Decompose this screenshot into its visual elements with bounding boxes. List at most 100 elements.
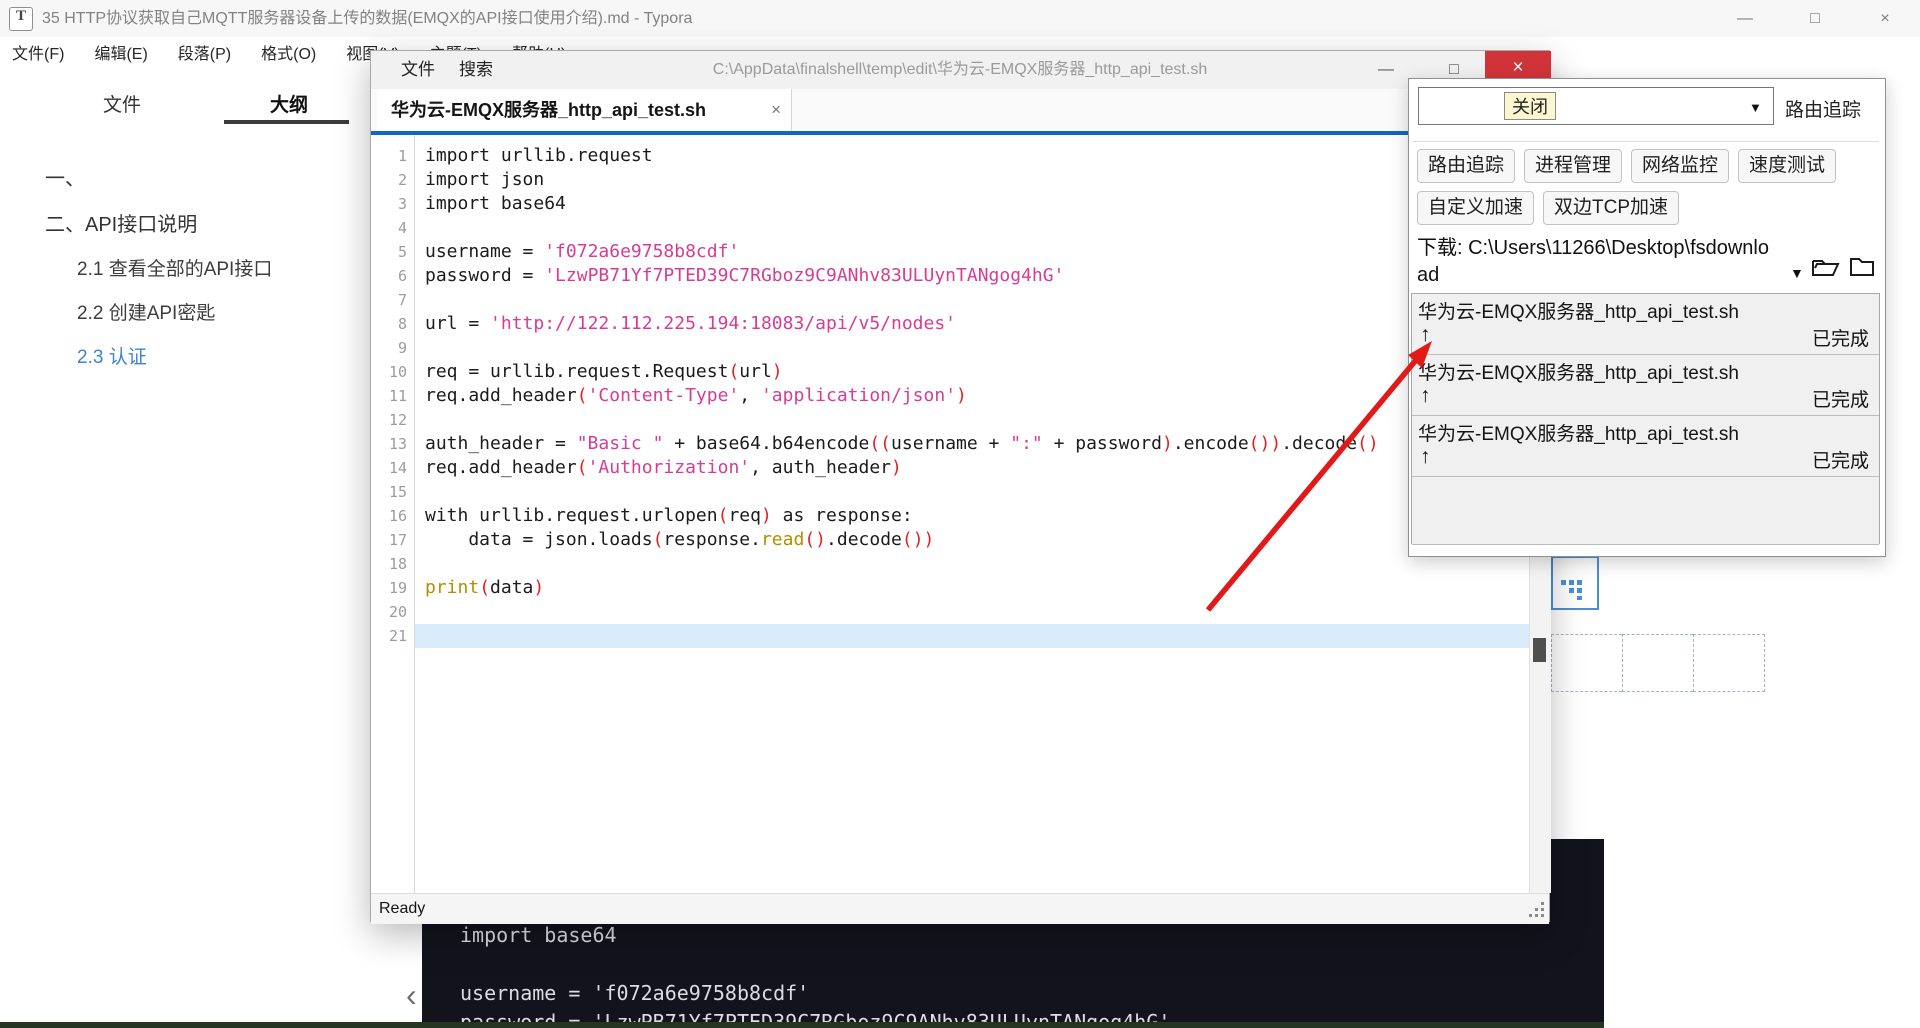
- editor-tabbar: 华为云-EMQX服务器_http_api_test.sh ×: [371, 89, 1549, 135]
- code-token: (: [479, 577, 491, 598]
- code-token: 'http://122.112.225.194:18083/api/v5/nod…: [490, 313, 957, 334]
- tool-button[interactable]: 双边TCP加速: [1543, 191, 1680, 225]
- typora-menu-item[interactable]: 编辑(E): [94, 40, 147, 64]
- download-file-name: 华为云-EMQX服务器_http_api_test.sh: [1418, 363, 1739, 384]
- outline-item[interactable]: 2.1 查看全部的API接口: [77, 254, 360, 281]
- sidebar-tab-underline: [224, 120, 349, 124]
- code-token: read: [760, 529, 805, 550]
- download-file-name: 华为云-EMQX服务器_http_api_test.sh: [1418, 424, 1739, 445]
- code-token: req.add_header: [425, 457, 577, 478]
- typora-minimize-button[interactable]: —: [1723, 0, 1767, 37]
- code-token: 'application/json': [760, 385, 957, 406]
- outline-item[interactable]: 2.2 创建API密匙: [77, 298, 360, 325]
- document-code-line: import base64: [460, 923, 617, 947]
- upload-arrow-icon: ↑: [1420, 323, 1431, 346]
- code-token: url =: [425, 313, 491, 334]
- line-number: 2: [397, 171, 407, 189]
- taskbar-edge-strip: [0, 1022, 1604, 1028]
- code-token: username =: [425, 241, 545, 262]
- combobox-selected-value[interactable]: 关闭: [1504, 92, 1556, 120]
- code-token: response.: [663, 529, 761, 550]
- chevron-down-icon[interactable]: ▼: [1749, 100, 1762, 115]
- line-number: 18: [388, 555, 407, 573]
- download-list: 华为云-EMQX服务器_http_api_test.sh ↑ 已完成 华为云-EMQX…: [1411, 293, 1880, 545]
- download-item[interactable]: 华为云-EMQX服务器_http_api_test.sh ↑ 已完成: [1412, 355, 1879, 416]
- code-token: import json: [425, 169, 545, 190]
- download-status: 已完成: [1811, 329, 1869, 350]
- download-item[interactable]: 华为云-EMQX服务器_http_api_test.sh ↑ 已完成: [1412, 416, 1879, 477]
- code-token: (): [1357, 433, 1379, 454]
- code-token: ): [760, 505, 772, 526]
- code-editor-area[interactable]: 1 2 3 4 5 6 7 8 9 10 11 12 13 14 15 16 17 18 19 20 21 import…: [371, 135, 1551, 893]
- code-token: req.add_header: [425, 385, 577, 406]
- folder-icon[interactable]: [1849, 255, 1875, 277]
- code-token: .decode: [826, 529, 902, 550]
- line-number: 11: [388, 387, 407, 405]
- line-number: 1: [397, 147, 407, 165]
- code-token: auth_header =: [425, 433, 577, 454]
- code-token: (: [576, 457, 588, 478]
- editor-tab-label: 华为云-EMQX服务器_http_api_test.sh: [391, 100, 707, 120]
- code-token: print: [425, 577, 480, 598]
- session-combobox[interactable]: 关闭 ▼: [1418, 87, 1774, 125]
- panel-title: 路由追踪: [1785, 100, 1862, 121]
- tool-button[interactable]: 自定义加速: [1417, 191, 1535, 225]
- code-line: req = urllib.request.Request(url): [425, 360, 783, 384]
- code-line: import base64: [425, 192, 566, 216]
- code-line: req.add_header('Content-Type', 'applicat…: [425, 384, 967, 408]
- open-folder-icon[interactable]: [1811, 255, 1841, 279]
- code-token: + password: [1042, 433, 1162, 454]
- line-number: 10: [388, 363, 407, 381]
- tool-button[interactable]: 网络监控: [1631, 149, 1730, 183]
- outline-item[interactable]: 二、API接口说明: [45, 208, 360, 237]
- line-number: 13: [388, 435, 407, 453]
- code-token: (): [804, 529, 827, 550]
- typora-menu-item[interactable]: 段落(P): [178, 40, 231, 64]
- sidebar-tab-outline[interactable]: 大纲: [270, 90, 308, 117]
- typora-menu-item[interactable]: 文件(F): [12, 40, 64, 64]
- editor-titlebar: 文件 搜索 C:\AppData\finalshell\temp\edit\华为…: [371, 51, 1551, 90]
- code-line: username = 'f072a6e9758b8cdf': [425, 240, 739, 264]
- document-image-fragment: [1551, 556, 1599, 610]
- sidebar-tab-files[interactable]: 文件: [103, 90, 141, 117]
- line-number: 8: [397, 315, 407, 333]
- code-token: ): [771, 361, 783, 382]
- line-number: 21: [388, 627, 407, 645]
- code-line: data = json.loads(response.read().decode…: [425, 528, 934, 552]
- code-line: print(data): [425, 576, 544, 600]
- line-number: 12: [388, 411, 407, 429]
- line-number: 19: [388, 579, 407, 597]
- editor-status-text: Ready: [379, 900, 426, 917]
- tool-button[interactable]: 进程管理: [1524, 149, 1623, 183]
- tool-button[interactable]: 路由追踪: [1417, 149, 1516, 183]
- typora-menu-item[interactable]: 格式(O): [261, 40, 316, 64]
- code-token: with urllib.request.urlopen: [425, 505, 718, 526]
- typora-close-button[interactable]: ×: [1863, 0, 1907, 37]
- resize-grip-icon[interactable]: [1527, 900, 1547, 920]
- typora-app-icon: T: [9, 7, 33, 31]
- code-token: , auth_header: [750, 457, 892, 478]
- editor-window: 文件 搜索 C:\AppData\finalshell\temp\edit\华为…: [370, 50, 1551, 924]
- code-line: with urllib.request.urlopen(req) as resp…: [425, 504, 913, 528]
- line-number: 14: [388, 459, 407, 477]
- editor-tab[interactable]: 华为云-EMQX服务器_http_api_test.sh ×: [377, 89, 792, 131]
- code-token: .encode: [1172, 433, 1249, 454]
- line-number: 7: [397, 291, 407, 309]
- finalshell-panel: 关闭 ▼ 路由追踪 路由追踪 进程管理 网络监控 速度测试 自定义加速 双边TCP加速 …: [1408, 78, 1886, 557]
- line-number: 5: [397, 243, 407, 261]
- tool-button[interactable]: 速度测试: [1738, 149, 1837, 183]
- code-token: 'Content-Type': [587, 385, 740, 406]
- outline-item[interactable]: 2.3 认证: [77, 342, 360, 369]
- code-token: req = urllib.request.Request: [425, 361, 729, 382]
- download-item[interactable]: 华为云-EMQX服务器_http_api_test.sh ↑ 已完成: [1412, 294, 1879, 355]
- scrollbar-thumb[interactable]: [1533, 638, 1546, 662]
- code-token: import base64: [425, 193, 566, 214]
- editor-minimize-button[interactable]: —: [1371, 55, 1401, 85]
- code-token: (: [717, 505, 729, 526]
- chevron-down-icon[interactable]: ▼: [1790, 265, 1804, 281]
- tab-close-icon[interactable]: ×: [771, 89, 781, 131]
- document-code-line: [460, 950, 1170, 979]
- outline-item[interactable]: 一、: [45, 162, 360, 191]
- typora-maximize-button[interactable]: □: [1793, 0, 1837, 37]
- code-token: (: [652, 529, 664, 550]
